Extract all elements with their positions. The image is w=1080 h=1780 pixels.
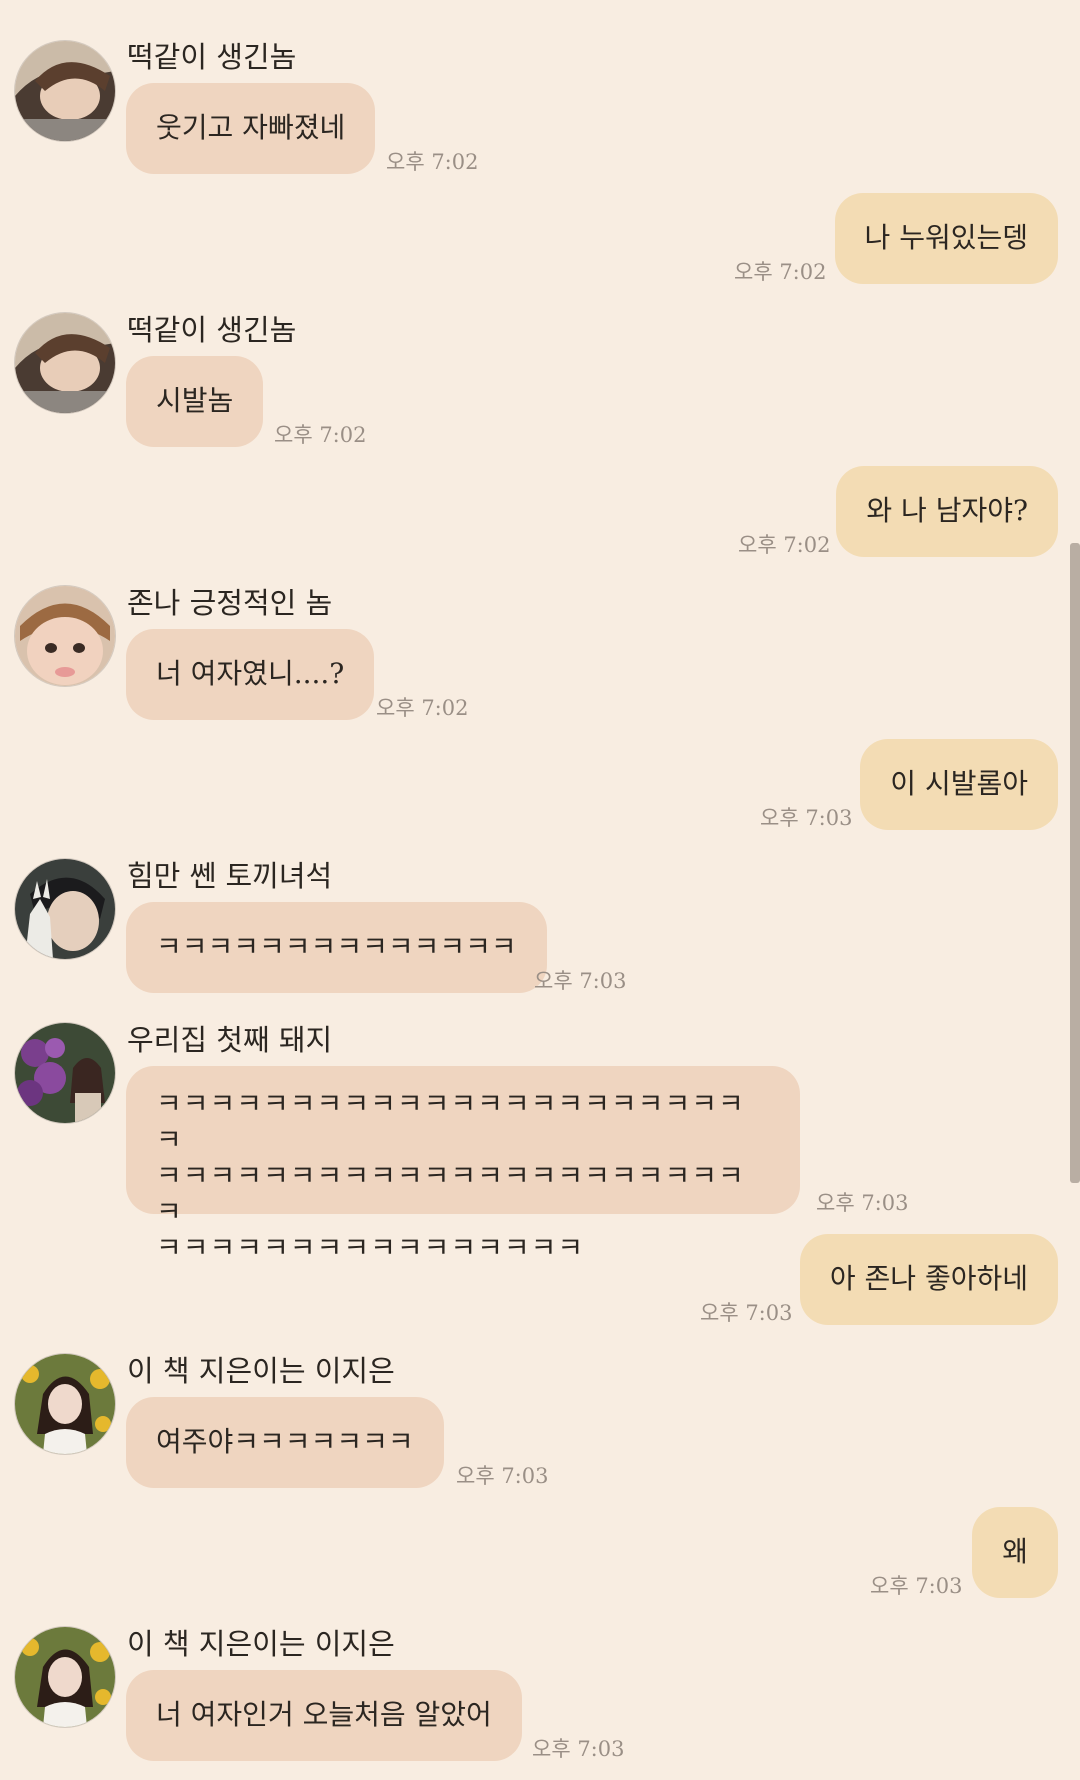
message-bubble[interactable]: 웃기고 자빠졌네 — [126, 83, 376, 174]
timestamp: 오후 7:03 — [760, 806, 853, 830]
sender-name: 우리집 첫째 돼지 — [127, 1023, 333, 1057]
sender-name: 이 책 지은이는 이지은 — [127, 1627, 395, 1661]
timestamp: 오후 7:03 — [700, 1301, 793, 1325]
profile-photo-icon — [15, 313, 115, 413]
message-text: 시발놈 — [156, 384, 234, 417]
chat-thread[interactable]: 떡같이 생긴놈 웃기고 자빠졌네 오후 7:02 나 누워있는뎅 오후 7:02… — [0, 0, 1080, 1780]
message-text: 왜 — [1002, 1535, 1028, 1568]
timestamp: 오후 7:03 — [870, 1574, 963, 1598]
avatar[interactable] — [15, 1627, 115, 1727]
message-bubble[interactable]: 너 여자인거 오늘처음 알았어 — [126, 1670, 522, 1761]
sender-name: 이 책 지은이는 이지은 — [127, 1354, 395, 1388]
timestamp: 오후 7:02 — [376, 696, 469, 720]
avatar[interactable] — [15, 1354, 115, 1454]
message-bubble[interactable]: 이 시발롬아 — [860, 739, 1058, 830]
timestamp: 오후 7:02 — [386, 150, 479, 174]
profile-photo-icon — [15, 859, 115, 959]
timestamp: 오후 7:02 — [274, 423, 367, 447]
avatar[interactable] — [15, 1023, 115, 1123]
message-bubble[interactable]: ㅋㅋㅋㅋㅋㅋㅋㅋㅋㅋㅋㅋㅋㅋㅋㅋㅋㅋㅋㅋㅋㅋㅋ ㅋㅋㅋㅋㅋㅋㅋㅋㅋㅋㅋㅋㅋㅋㅋㅋ… — [126, 1066, 800, 1264]
message-text: 와 나 남자야? — [866, 494, 1028, 527]
message-text: 여주야ㅋㅋㅋㅋㅋㅋㅋ — [156, 1425, 414, 1458]
message-text: ㅋㅋㅋㅋㅋㅋㅋㅋㅋㅋㅋㅋㅋㅋ — [156, 930, 517, 963]
profile-photo-icon — [15, 41, 115, 141]
message-bubble[interactable]: 아 존나 좋아하네 — [799, 1234, 1058, 1325]
avatar[interactable] — [15, 313, 115, 413]
sender-name: 떡같이 생긴놈 — [127, 313, 297, 347]
message-bubble[interactable]: 너 여자였니....? — [126, 629, 375, 720]
message-text: 웃기고 자빠졌네 — [156, 111, 346, 144]
profile-photo-icon — [15, 1023, 115, 1123]
message-text: 아 존나 좋아하네 — [829, 1262, 1028, 1295]
profile-photo-icon — [15, 1354, 115, 1454]
avatar[interactable] — [15, 41, 115, 141]
timestamp: 오후 7:02 — [738, 533, 831, 557]
avatar[interactable] — [15, 586, 115, 686]
timestamp: 오후 7:03 — [816, 1191, 909, 1215]
sender-name: 존나 긍정적인 놈 — [127, 586, 333, 620]
profile-photo-icon — [15, 586, 115, 686]
message-text: 너 여자였니....? — [156, 657, 345, 690]
message-text: 너 여자인거 오늘처음 알았어 — [156, 1698, 492, 1731]
timestamp: 오후 7:03 — [534, 969, 627, 993]
timestamp: 오후 7:02 — [734, 260, 827, 284]
sender-name: 힘만 쎈 토끼녀석 — [127, 859, 333, 893]
message-text-line: ㅋㅋㅋㅋㅋㅋㅋㅋㅋㅋㅋㅋㅋㅋㅋㅋㅋㅋㅋㅋㅋㅋㅋ — [156, 1087, 745, 1156]
message-bubble[interactable]: 와 나 남자야? — [836, 466, 1058, 557]
message-bubble[interactable]: ㅋㅋㅋㅋㅋㅋㅋㅋㅋㅋㅋㅋㅋㅋ — [126, 902, 547, 993]
sender-name: 떡같이 생긴놈 — [127, 40, 297, 74]
message-bubble[interactable]: 나 누워있는뎅 — [834, 193, 1058, 284]
message-text-line: ㅋㅋㅋㅋㅋㅋㅋㅋㅋㅋㅋㅋㅋㅋㅋㅋ — [156, 1231, 585, 1264]
timestamp: 오후 7:03 — [532, 1737, 625, 1761]
profile-photo-icon — [15, 1627, 115, 1727]
timestamp: 오후 7:03 — [456, 1464, 549, 1488]
message-bubble[interactable]: 시발놈 — [126, 356, 264, 447]
message-text-line: ㅋㅋㅋㅋㅋㅋㅋㅋㅋㅋㅋㅋㅋㅋㅋㅋㅋㅋㅋㅋㅋㅋㅋ — [156, 1159, 745, 1228]
scrollbar[interactable] — [1070, 543, 1080, 1183]
message-bubble[interactable]: 왜 — [972, 1507, 1058, 1598]
message-bubble[interactable]: 여주야ㅋㅋㅋㅋㅋㅋㅋ — [126, 1397, 444, 1488]
message-text: 이 시발롬아 — [890, 767, 1028, 800]
avatar[interactable] — [15, 859, 115, 959]
message-text: 나 누워있는뎅 — [864, 221, 1028, 254]
